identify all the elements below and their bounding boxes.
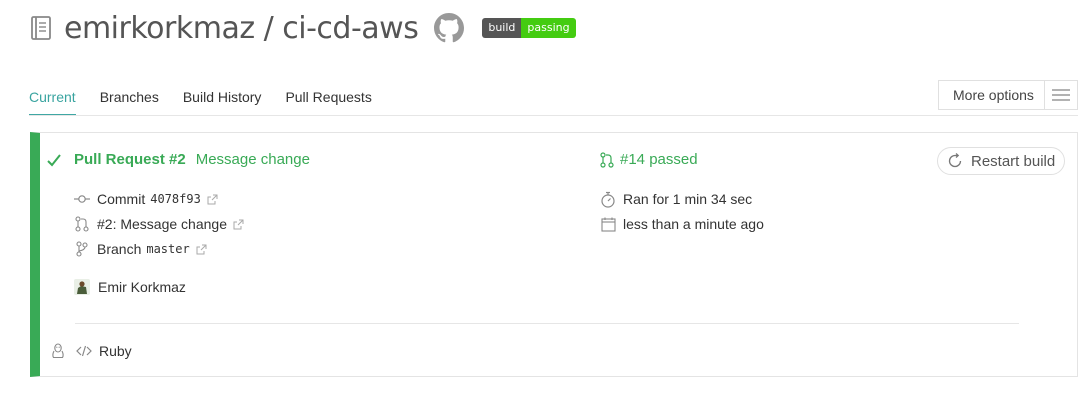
finished-row: less than a minute ago [600, 216, 764, 232]
branch-name-link[interactable]: master [146, 242, 189, 256]
title-separator: / [254, 10, 283, 46]
hamburger-menu-icon[interactable] [1043, 80, 1077, 110]
duration-row: Ran for 1 min 34 sec [600, 191, 753, 208]
repo-owner-link[interactable]: emirkorkmaz [64, 11, 255, 46]
author-name: Emir Korkmaz [98, 279, 186, 295]
check-icon [46, 151, 64, 169]
build-number-row[interactable]: #14 passed [600, 151, 698, 168]
repo-header: emirkorkmaz / ci-cd-aws build passing [30, 8, 576, 48]
more-options-button[interactable]: More options [938, 80, 1078, 110]
avatar [74, 279, 90, 295]
github-icon[interactable] [434, 12, 466, 44]
build-card: Pull Request #2 Message change Commit 40… [30, 132, 1078, 377]
tab-build-history[interactable]: Build History [183, 86, 262, 116]
pull-request-icon [600, 151, 614, 168]
commit-sha-link[interactable]: 4078f93 [150, 192, 201, 206]
badge-status: passing [521, 18, 576, 38]
pull-request-message[interactable]: Message change [196, 151, 310, 168]
linux-icon [50, 343, 66, 359]
author-row: Emir Korkmaz [74, 279, 186, 295]
repo-tabs: Current Branches Build History Pull Requ… [29, 86, 396, 116]
commit-row: Commit 4078f93 [74, 191, 218, 207]
card-divider [75, 323, 1019, 324]
external-link-icon[interactable] [207, 194, 218, 205]
repo-book-icon [30, 15, 52, 41]
build-number-link[interactable]: #14 passed [620, 151, 698, 168]
tabs-divider [29, 115, 1078, 116]
tab-current[interactable]: Current [29, 86, 76, 116]
language-row: Ruby [50, 343, 132, 359]
code-icon [76, 343, 92, 359]
build-language: Ruby [99, 343, 132, 359]
pull-request-icon [74, 216, 90, 232]
build-status-badge[interactable]: build passing [482, 18, 576, 38]
restart-icon [947, 153, 963, 169]
branch-label: Branch [97, 241, 142, 257]
badge-label: build [482, 18, 522, 38]
tab-pull-requests[interactable]: Pull Requests [285, 86, 371, 116]
pull-request-ref-link[interactable]: #2: Message change [97, 216, 227, 232]
build-duration: Ran for 1 min 34 sec [623, 191, 753, 207]
branch-icon [74, 241, 90, 257]
repo-name-link[interactable]: ci-cd-aws [282, 11, 419, 46]
build-finished-time: less than a minute ago [623, 216, 764, 232]
branch-row: Branch master [74, 241, 207, 257]
calendar-icon [600, 216, 616, 232]
restart-build-button[interactable]: Restart build [937, 147, 1065, 175]
more-options-label: More options [953, 87, 1034, 103]
restart-build-label: Restart build [971, 152, 1056, 170]
external-link-icon[interactable] [196, 244, 207, 255]
page-title: emirkorkmaz / ci-cd-aws [64, 10, 419, 46]
pull-request-row: #2: Message change [74, 216, 244, 232]
commit-icon [74, 191, 90, 207]
tab-branches[interactable]: Branches [100, 86, 159, 116]
pull-request-title[interactable]: Pull Request #2 Message change [74, 151, 310, 168]
pull-request-number[interactable]: Pull Request #2 [74, 151, 186, 168]
external-link-icon[interactable] [233, 219, 244, 230]
commit-label: Commit [97, 191, 146, 207]
stopwatch-icon [600, 191, 616, 208]
